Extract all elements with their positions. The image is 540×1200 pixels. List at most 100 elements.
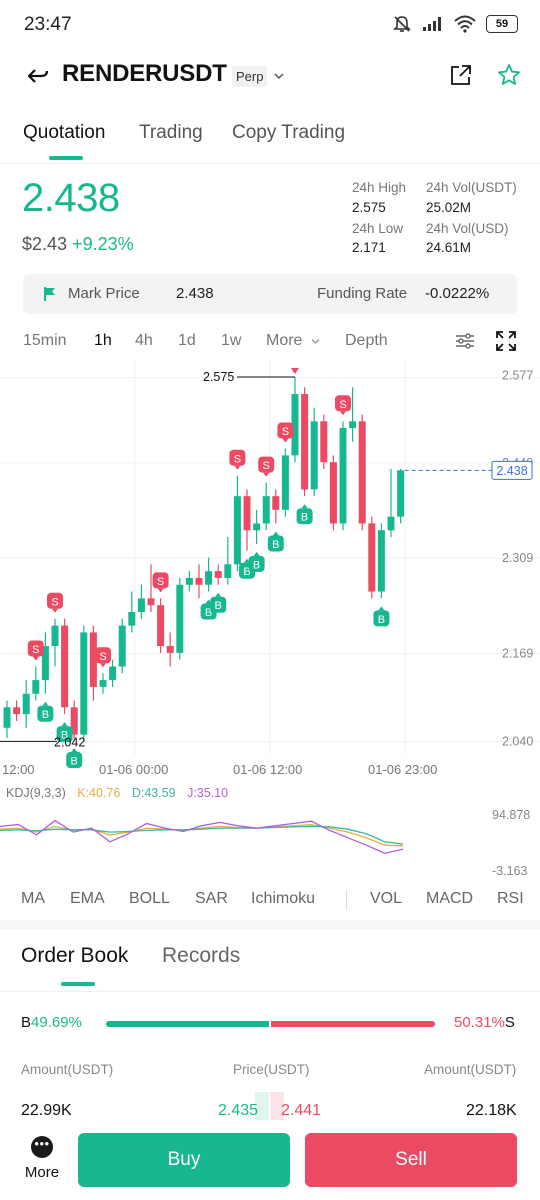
candle-body xyxy=(377,530,385,592)
candle-body xyxy=(214,571,222,578)
buy-sell-ratio: B49.69% 50.31%S xyxy=(0,1008,540,1038)
interval-1h[interactable]: 1h xyxy=(94,332,112,350)
svg-text:B: B xyxy=(272,539,279,551)
candle-body xyxy=(233,496,241,565)
kdj-axis-label: 94.878 xyxy=(492,808,530,822)
candle-body xyxy=(61,625,69,708)
svg-text:B: B xyxy=(215,600,222,612)
high-value: 2.575 xyxy=(352,200,386,215)
indicator-ema[interactable]: EMA xyxy=(70,890,105,908)
indicator-rsi[interactable]: RSI xyxy=(497,890,524,908)
title-row: RENDERUSDT Perp xyxy=(0,52,540,100)
wifi-icon xyxy=(454,15,476,33)
svg-text:S: S xyxy=(99,651,106,663)
candle-body xyxy=(368,523,376,592)
candle-body xyxy=(253,523,261,531)
low-label: 24h Low xyxy=(352,221,404,236)
sell-signal-marker: S xyxy=(152,572,169,593)
chart-settings-icon[interactable] xyxy=(455,332,475,350)
bottom-action-bar: ••• More Buy Sell xyxy=(0,1128,540,1200)
vol-usdt-value: 25.02M xyxy=(426,200,472,215)
price-summary: $2.43 +9.23% xyxy=(22,234,134,255)
sell-button[interactable]: Sell xyxy=(305,1133,517,1187)
indicator-ma[interactable]: MA xyxy=(21,890,45,908)
mark-price-bar[interactable]: Mark Price 2.438 Funding Rate -0.0222% xyxy=(23,274,517,314)
candle-body xyxy=(147,598,155,606)
candle-body xyxy=(272,496,280,510)
status-bar: 23:47 59 xyxy=(0,0,540,52)
candle-body xyxy=(397,470,405,517)
svg-text:S: S xyxy=(339,399,346,411)
high-marker-arrow xyxy=(291,368,299,375)
interval-more[interactable]: More xyxy=(266,332,302,350)
svg-text:S: S xyxy=(234,453,241,465)
interval-15min[interactable]: 15min xyxy=(23,332,67,350)
interval-4h[interactable]: 4h xyxy=(135,332,153,350)
low-value: 2.171 xyxy=(352,240,386,255)
candle-body xyxy=(13,707,21,715)
candle-body xyxy=(281,455,289,510)
indicator-boll[interactable]: BOLL xyxy=(129,890,170,908)
candle-body xyxy=(176,584,184,653)
tab-records[interactable]: Records xyxy=(162,944,240,968)
tab-order-book[interactable]: Order Book xyxy=(21,944,128,968)
high-marker-label: 2.575 xyxy=(203,370,234,384)
sell-signal-marker: S xyxy=(95,647,111,668)
candle-body xyxy=(329,462,337,524)
candle-body xyxy=(310,421,318,490)
main-tabs: Quotation Trading Copy Trading xyxy=(0,112,540,164)
candle-body xyxy=(320,421,328,463)
indicator-vol[interactable]: VOL xyxy=(370,890,402,908)
buy-button[interactable]: Buy xyxy=(78,1133,290,1187)
back-icon[interactable] xyxy=(26,66,50,86)
candle-body xyxy=(339,428,347,524)
orderbook-row[interactable]: 22.99K 2.435 2.441 22.18K xyxy=(0,1092,540,1126)
candle-body xyxy=(51,625,59,647)
candle-body xyxy=(118,625,126,667)
candle-body xyxy=(243,496,251,531)
buy-signal-marker: B xyxy=(373,606,390,627)
tab-trading[interactable]: Trading xyxy=(139,122,203,144)
kdj-chart[interactable]: 94.878 -3.163 xyxy=(0,785,540,881)
orderbook-tabs: Order Book Records xyxy=(0,936,540,992)
candle-body xyxy=(262,496,270,524)
col-amount-bid: Amount(USDT) xyxy=(21,1062,114,1077)
sell-prefix: S xyxy=(504,1014,515,1031)
svg-text:B: B xyxy=(42,709,49,721)
symbol-title[interactable]: RENDERUSDT xyxy=(62,60,227,88)
more-label: More xyxy=(24,1164,60,1181)
bid-price: 2.435 xyxy=(218,1102,259,1119)
share-icon[interactable] xyxy=(450,64,472,86)
fullscreen-icon[interactable] xyxy=(495,330,517,352)
price-chart[interactable]: 2.5772.4492.3092.1692.04012:0001-06 00:0… xyxy=(0,360,540,780)
indicator-macd[interactable]: MACD xyxy=(426,890,473,908)
candle-body xyxy=(349,421,357,429)
interval-depth[interactable]: Depth xyxy=(345,332,388,350)
chevron-down-icon[interactable] xyxy=(274,72,284,80)
svg-text:B: B xyxy=(253,559,260,571)
tab-copy-trading[interactable]: Copy Trading xyxy=(232,122,345,144)
candle-body xyxy=(3,707,11,728)
x-axis-label: 01-06 12:00 xyxy=(233,762,302,777)
svg-text:S: S xyxy=(157,576,164,588)
buy-signal-marker: B xyxy=(66,748,83,769)
indicator-divider xyxy=(346,890,347,910)
interval-1w[interactable]: 1w xyxy=(221,332,241,350)
tab-quotation[interactable]: Quotation xyxy=(23,122,105,144)
favorite-star-icon[interactable] xyxy=(497,63,521,87)
more-button[interactable]: ••• More xyxy=(20,1136,64,1188)
contract-type-badge[interactable]: Perp xyxy=(232,66,268,87)
buy-ratio-bar xyxy=(106,1021,269,1027)
sell-signal-marker: S xyxy=(258,456,275,477)
candle-body xyxy=(157,605,165,647)
indicator-sar[interactable]: SAR xyxy=(195,890,228,908)
ask-price: 2.441 xyxy=(281,1102,322,1119)
sell-signal-marker: S xyxy=(27,640,44,661)
low-marker-label: 2.042 xyxy=(54,735,85,749)
candle-body xyxy=(32,680,40,694)
signal-icon xyxy=(423,17,441,31)
candle-body xyxy=(185,577,193,585)
interval-1d[interactable]: 1d xyxy=(178,332,196,350)
indicator-ichimoku[interactable]: Ichimoku xyxy=(251,890,315,908)
candle-body xyxy=(387,516,395,531)
